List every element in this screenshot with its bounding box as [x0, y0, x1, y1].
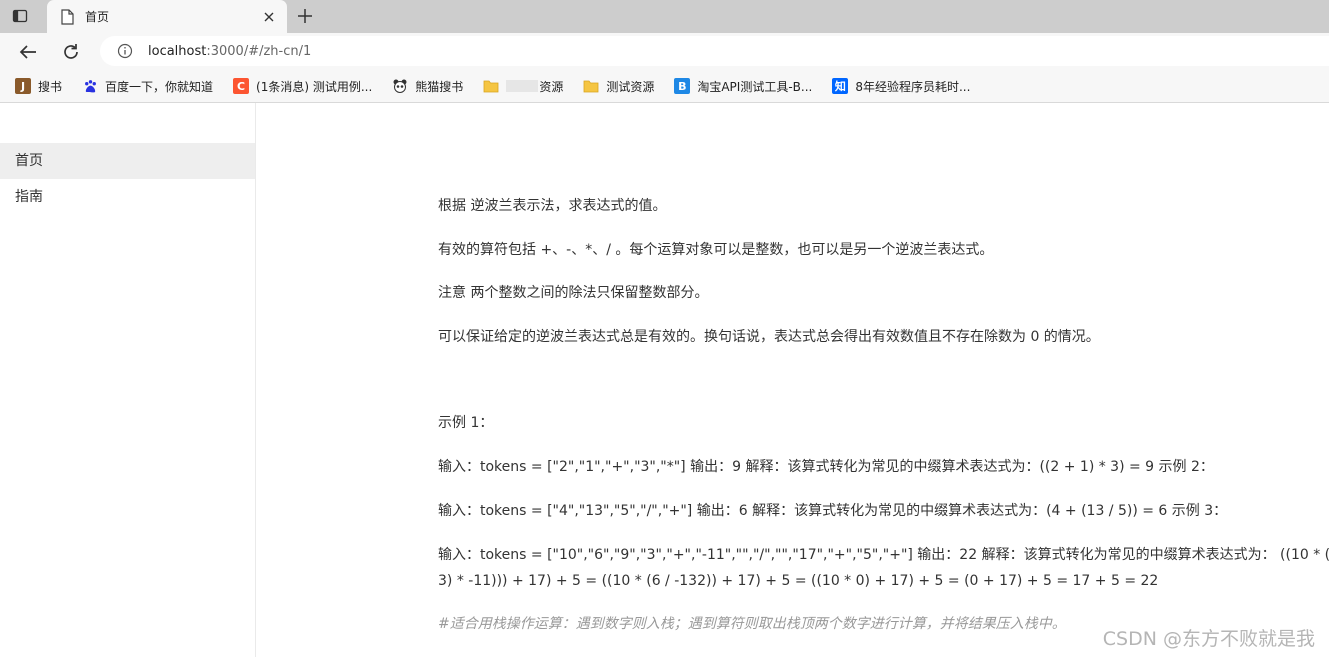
page-icon — [59, 8, 75, 25]
watermark: CSDN @东方不败就是我 — [1102, 628, 1315, 650]
paragraph: 输入：tokens = ["4","13","5","/","+"] 输出：6 … — [438, 503, 1228, 519]
browser-tab[interactable]: 首页 — [47, 0, 287, 33]
paragraph: 输入：tokens = ["10","6","9","3","+","-11",… — [438, 547, 1329, 589]
bookmark-item[interactable]: 知 8年经验程序员耗时... — [825, 74, 977, 98]
note-comment: #适合用栈操作运算：遇到数字则入栈；遇到算符则取出栈顶两个数字进行计算，并将结果… — [438, 616, 1066, 632]
bookmark-item[interactable]: B 淘宝API测试工具-B... — [667, 74, 819, 98]
bookmark-label: 熊猫搜书 — [415, 79, 464, 94]
bookmarks-bar: J 搜书 百度一下，你就知道 C (1条消息) 测试用例... 熊猫搜书 资源 … — [0, 70, 1329, 103]
blurred-text — [506, 80, 539, 92]
url-host: localhost — [148, 43, 207, 59]
jianshu-icon: J — [15, 78, 31, 94]
url-text: localhost:3000/#/zh-cn/1 — [148, 44, 311, 59]
sidebar-item-guide[interactable]: 指南 — [0, 179, 255, 215]
sidebar: 首页 指南 — [0, 103, 256, 657]
tab-strip: 首页 — [0, 0, 1329, 33]
bookmark-item[interactable]: 测试资源 — [576, 74, 661, 98]
baidu-paw-icon — [82, 78, 98, 94]
panda-icon — [392, 78, 408, 94]
bookmark-label: 搜书 — [38, 79, 63, 94]
paragraph: 可以保证给定的逆波兰表达式总是有效的。换句话说，表达式总会得出有效数值且不存在除… — [438, 329, 1100, 345]
tab-actions-icon[interactable] — [10, 6, 30, 26]
main-content: 根据 逆波兰表示法，求表达式的值。 有效的算符包括 +、-、*、/ 。每个运算对… — [438, 103, 1329, 657]
paragraph: 根据 逆波兰表示法，求表达式的值。 — [438, 198, 667, 214]
new-tab-button[interactable] — [293, 5, 317, 27]
bookmark-label: 百度一下，你就知道 — [105, 79, 214, 94]
reload-button[interactable] — [58, 39, 84, 65]
close-icon[interactable] — [261, 9, 277, 25]
bookmark-label: 8年经验程序员耗时... — [855, 79, 971, 94]
info-icon[interactable] — [117, 43, 133, 59]
bookmark-item[interactable]: 百度一下，你就知道 — [75, 74, 220, 98]
bookmark-item[interactable]: J 搜书 — [8, 74, 69, 98]
bookmark-label: 淘宝API测试工具-B... — [697, 79, 813, 94]
bookmark-item[interactable]: 熊猫搜书 — [385, 74, 470, 98]
paragraph: 输入：tokens = ["2","1","+","3","*"] 输出：9 解… — [438, 459, 1214, 475]
zhihu-icon: 知 — [832, 78, 849, 94]
paragraph: 示例 1： — [438, 415, 494, 431]
tab-title: 首页 — [85, 10, 110, 24]
sidebar-item-home[interactable]: 首页 — [0, 143, 255, 179]
folder-icon — [583, 78, 599, 94]
url-path: :3000/#/zh-cn/1 — [206, 43, 312, 59]
bookmark-label: 测试资源 — [606, 79, 655, 94]
bookmark-label: (1条消息) 测试用例... — [256, 79, 373, 94]
paragraph: 注意 两个整数之间的除法只保留整数部分。 — [438, 285, 709, 301]
folder-icon — [483, 78, 499, 94]
browser-toolbar: localhost:3000/#/zh-cn/1 — [0, 33, 1329, 70]
back-button[interactable] — [15, 39, 41, 65]
csdn-icon: C — [233, 78, 250, 94]
address-bar[interactable]: localhost:3000/#/zh-cn/1 — [100, 36, 1329, 66]
bookmark-label: 资源 — [539, 79, 564, 94]
bookmark-item[interactable]: 资源 — [476, 74, 570, 98]
paragraph: 有效的算符包括 +、-、*、/ 。每个运算对象可以是整数，也可以是另一个逆波兰表… — [438, 242, 994, 258]
bookmark-item[interactable]: C (1条消息) 测试用例... — [226, 74, 379, 98]
taobao-b-icon: B — [674, 78, 691, 94]
